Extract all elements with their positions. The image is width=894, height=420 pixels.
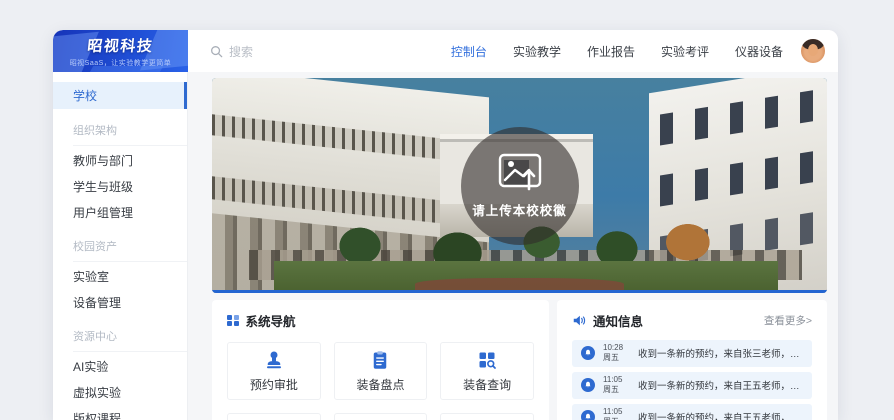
tab-experiment-evaluation[interactable]: 实验考评 <box>661 43 709 60</box>
top-bar: 搜索 控制台 实验教学 作业报告 实验考评 仪器设备 <box>188 30 838 72</box>
sidebar-item-students-classes[interactable]: 学生与班级 <box>53 174 187 199</box>
notifications-title: 通知信息 <box>593 311 643 330</box>
notification-time: 11:05周五 <box>603 375 630 396</box>
main-content: 请上传本校校徽 系统导航 <box>188 72 838 420</box>
stamp-icon <box>264 350 284 370</box>
nav-card-grid-row2 <box>227 413 534 420</box>
nav-card-label: 装备查询 <box>463 376 511 393</box>
nav-card-reservation-approval[interactable]: 预约审批 <box>227 342 321 400</box>
notification-text: 收到一条新的预约，来自张三老师，预约单号为: Y-0044，请尽快处理。 <box>638 346 803 360</box>
clipboard-icon <box>370 350 390 370</box>
notifications-panel: 通知信息 查看更多> 10:28周五 收到一条新的预约，来自张三老师，预约单号为… <box>557 300 827 420</box>
bell-icon <box>581 410 595 420</box>
notification-text: 收到一条新的预约，来自王五老师，预约单号为: Y-0056，请尽快处理。 <box>638 410 803 420</box>
nav-card-label: 装备盘点 <box>356 376 404 393</box>
system-navigation-header: 系统导航 <box>227 311 534 330</box>
notification-text: 收到一条新的预约，来自王五老师，预约单号为: Y-0056，请尽快处理。 <box>638 378 803 392</box>
nav-card[interactable] <box>440 413 534 420</box>
nav-card[interactable] <box>334 413 428 420</box>
user-avatar[interactable] <box>801 39 825 63</box>
sidebar-item-licensed-courses[interactable]: 版权课程 <box>53 406 187 420</box>
notification-list: 10:28周五 收到一条新的预约，来自张三老师，预约单号为: Y-0044，请尽… <box>572 340 812 420</box>
search-input[interactable]: 搜索 <box>210 43 253 60</box>
nav-card-equipment-inventory[interactable]: 装备盘点 <box>334 342 428 400</box>
sidebar-section-organization: 组织架构 <box>73 119 187 146</box>
logo-subtitle: 昭视SaaS，让实验教学更简单 <box>53 58 188 68</box>
sidebar-item-equipment-management[interactable]: 设备管理 <box>53 290 187 315</box>
view-more-link[interactable]: 查看更多> <box>764 313 812 328</box>
search-icon <box>210 45 223 58</box>
sidebar-item-user-groups[interactable]: 用户组管理 <box>53 200 187 225</box>
upload-hint-text: 请上传本校校徽 <box>472 200 567 219</box>
grid-icon <box>227 315 239 327</box>
app-logo[interactable]: 昭视科技 昭视SaaS，让实验教学更简单 <box>53 30 188 72</box>
speaker-icon <box>572 314 586 327</box>
notification-item[interactable]: 11:05周五 收到一条新的预约，来自王五老师，预约单号为: Y-0056，请尽… <box>572 404 812 420</box>
sidebar-item-school[interactable]: 学校 <box>53 82 187 109</box>
bell-icon <box>581 378 595 392</box>
nav-card[interactable] <box>227 413 321 420</box>
image-upload-icon <box>498 153 542 191</box>
logo-title: 昭视科技 <box>53 35 188 56</box>
tab-homework-report[interactable]: 作业报告 <box>587 43 635 60</box>
grid-search-icon <box>477 350 497 370</box>
school-banner-photo: 请上传本校校徽 <box>212 78 827 293</box>
bell-icon <box>581 346 595 360</box>
notification-item[interactable]: 11:05周五 收到一条新的预约，来自王五老师，预约单号为: Y-0056，请尽… <box>572 372 812 399</box>
app-window: 昭视科技 昭视SaaS，让实验教学更简单 搜索 控制台 实验教学 作业报告 实验… <box>53 30 838 420</box>
sidebar-item-ai-experiment[interactable]: AI实验 <box>53 354 187 379</box>
page-background: 昭视科技 昭视SaaS，让实验教学更简单 搜索 控制台 实验教学 作业报告 实验… <box>0 0 894 420</box>
system-navigation-title: 系统导航 <box>246 311 296 330</box>
banner-bottom-accent <box>212 290 827 293</box>
tab-experiment-teaching[interactable]: 实验教学 <box>513 43 561 60</box>
nav-card-label: 预约审批 <box>250 376 298 393</box>
tab-console[interactable]: 控制台 <box>451 43 487 60</box>
tab-instrument-equipment[interactable]: 仪器设备 <box>735 43 783 60</box>
nav-card-equipment-query[interactable]: 装备查询 <box>440 342 534 400</box>
sidebar-item-virtual-experiment[interactable]: 虚拟实验 <box>53 380 187 405</box>
top-navigation: 控制台 实验教学 作业报告 实验考评 仪器设备 <box>451 43 783 60</box>
notifications-header: 通知信息 查看更多> <box>572 311 812 330</box>
notification-time: 10:28周五 <box>603 343 630 364</box>
search-placeholder: 搜索 <box>229 43 253 60</box>
sidebar-item-teachers-departments[interactable]: 教师与部门 <box>53 148 187 173</box>
notification-item[interactable]: 10:28周五 收到一条新的预约，来自张三老师，预约单号为: Y-0044，请尽… <box>572 340 812 367</box>
notification-time: 11:05周五 <box>603 407 630 420</box>
upload-school-badge-button[interactable]: 请上传本校校徽 <box>461 127 579 245</box>
nav-card-grid: 预约审批 装备盘点 <box>227 342 534 400</box>
sidebar: 学校 组织架构 教师与部门 学生与班级 用户组管理 校园资产 实验室 设备管理 … <box>53 72 188 420</box>
sidebar-section-campus-assets: 校园资产 <box>73 235 187 262</box>
sidebar-section-resource-center: 资源中心 <box>73 325 187 352</box>
dashboard-panels: 系统导航 预约审批 <box>212 300 827 420</box>
system-navigation-panel: 系统导航 预约审批 <box>212 300 549 420</box>
sidebar-item-laboratory[interactable]: 实验室 <box>53 264 187 289</box>
